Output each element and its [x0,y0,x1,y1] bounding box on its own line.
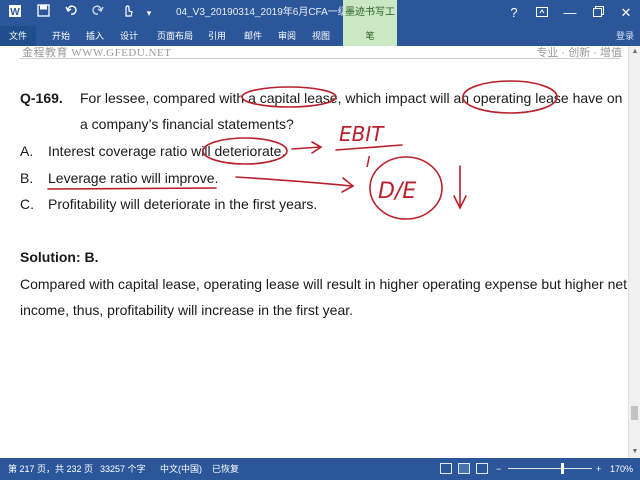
language-indicator[interactable]: 中文(中国) [160,458,202,480]
redo-icon[interactable] [88,4,106,22]
zoom-in-icon[interactable]: + [596,458,601,480]
undo-icon[interactable] [62,4,80,22]
help-icon[interactable]: ? [500,0,528,26]
scroll-down-icon[interactable]: ▼ [629,446,640,458]
recovered-indicator: 已恢复 [212,464,240,474]
scrollbar-thumb[interactable] [631,406,638,420]
close-icon[interactable]: ✕ [612,0,640,26]
tab-pen[interactable]: 笔 [343,26,397,46]
ribbon-tabs: 文件 开始 插入 设计 页面布局 引用 邮件 审阅 视图 笔 登录 [0,26,640,46]
ink-arrow-b [235,176,353,187]
vertical-scrollbar[interactable]: ▲ ▼ [628,46,640,458]
sign-in-link[interactable]: 登录 [616,26,640,46]
web-layout-icon[interactable] [476,463,488,474]
tab-design[interactable]: 设计 [114,26,144,46]
tab-insert[interactable]: 插入 [80,26,110,46]
title-bar: W ▾ 04_V3_20190314_2019年6月CFA一级百题预... 墨迹… [0,0,640,44]
ink-de-text: D/E [378,179,416,204]
tab-view[interactable]: 视图 [306,26,336,46]
print-layout-icon[interactable] [458,463,470,474]
ink-tools-context-tab[interactable]: 墨迹书写工具 [343,0,397,44]
ink-circle-operating-lease [462,80,558,114]
ink-ebit-text: EBIT [339,122,385,146]
tab-review[interactable]: 审阅 [272,26,302,46]
scroll-up-icon[interactable]: ▲ [629,46,640,58]
svg-text:W: W [10,7,20,18]
tab-file[interactable]: 文件 [0,26,36,46]
status-bar: 第 217 页，共 232 页 33257 个字 中文(中国) 已恢复 − + … [0,458,640,480]
ink-annotations: EBIT I D/E [47,80,558,220]
customize-icon[interactable]: ▾ [140,4,158,22]
ribbon-display-icon[interactable] [528,0,556,26]
document-canvas[interactable]: 金程教育 WWW.GFEDU.NET 专业 · 创新 · 增值 Q-169. F… [0,46,628,458]
zoom-slider-knob[interactable] [560,463,564,474]
tab-home[interactable]: 开始 [46,26,76,46]
ink-arrow-a [291,146,321,150]
ink-underline-option-b [47,187,217,190]
zoom-slider[interactable] [508,468,592,469]
tab-references[interactable]: 引用 [202,26,232,46]
zoom-level[interactable]: 170% [610,458,633,480]
ink-interest-text: I [366,153,371,171]
ink-circle-deteriorate [202,137,288,165]
restore-icon[interactable] [584,0,612,26]
tab-mailings[interactable]: 邮件 [238,26,268,46]
minimize-icon[interactable]: — [556,0,584,26]
zoom-out-icon[interactable]: − [496,458,501,480]
touch-mode-icon[interactable] [118,4,136,22]
ink-underline-capital-lease [241,86,337,108]
page-count[interactable]: 第 217 页，共 232 页 [8,458,93,480]
tab-page-layout[interactable]: 页面布局 [150,26,200,46]
word-count[interactable]: 33257 个字 [100,458,146,480]
word-app-icon[interactable]: W [6,4,24,22]
save-icon[interactable] [34,4,52,22]
read-mode-icon[interactable] [440,463,452,474]
